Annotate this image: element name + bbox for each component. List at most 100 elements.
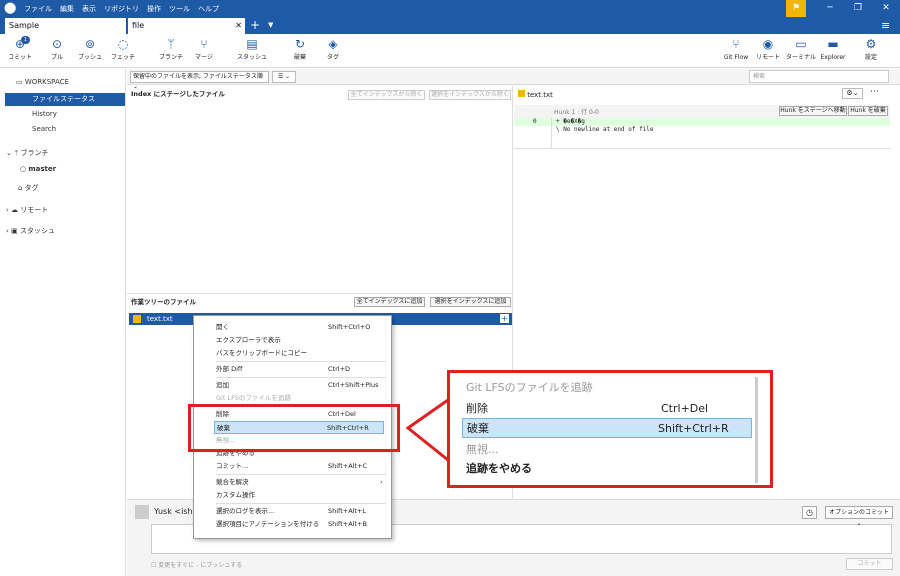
unstage-selected-button[interactable]: 選択をインデックスから除く: [429, 90, 511, 100]
menu-item[interactable]: ヘルプ: [198, 4, 219, 14]
tab-file[interactable]: file ✕: [128, 18, 245, 34]
マージ-button[interactable]: ⑂ マージ: [186, 36, 222, 63]
hunk-label: Hunk 1 : 行 0-0: [554, 109, 599, 116]
context-menu-item[interactable]: 選択項目にアノテーションを付ける Shift+Alt+B: [216, 518, 386, 531]
context-menu-item[interactable]: カスタム操作: [216, 489, 386, 502]
branch-master[interactable]: ○ master: [20, 162, 56, 176]
Git Flow-button[interactable]: ⑂ Git Flow: [718, 36, 754, 63]
プッシュ-button[interactable]: ⊚ プッシュ: [72, 36, 108, 63]
commit-options-button[interactable]: オプションのコミット ⌄: [825, 506, 893, 527]
toolbar-label: マージ: [195, 54, 213, 61]
pull-icon: ⊙: [51, 37, 63, 51]
破棄-button[interactable]: ↻ 破棄: [282, 36, 318, 63]
commit-count-badge: 1: [21, 36, 30, 44]
ブランチ-button[interactable]: ᛘ ブランチ: [153, 36, 189, 63]
tag-icon: ◈: [328, 37, 338, 51]
maximize-icon[interactable]: ❐: [849, 0, 867, 17]
remote-icon: ◉: [762, 37, 774, 51]
diff-divider: [514, 148, 890, 149]
リモート-button[interactable]: ◉ リモート: [750, 36, 786, 63]
commit-button[interactable]: コミット: [846, 558, 893, 570]
menu-item[interactable]: ファイル: [24, 4, 52, 14]
menu-item[interactable]: 編集: [60, 4, 74, 14]
stage-hunk-button[interactable]: Hunk をステージへ移動: [779, 106, 847, 116]
chevron-down-icon[interactable]: ▼: [268, 17, 273, 34]
stash-header[interactable]: › ▣ スタッシュ: [6, 224, 55, 238]
discard-icon: ↻: [294, 37, 306, 51]
add-all-button[interactable]: 全てインデックスに追加: [354, 297, 425, 307]
menu-item[interactable]: ツール: [169, 4, 190, 14]
menu-item[interactable]: リポジトリ: [104, 4, 139, 14]
unstage-all-button[interactable]: 全てインデックスから除く: [348, 90, 425, 100]
list-view-button[interactable]: ☰ ⌄: [272, 71, 296, 83]
プル-button[interactable]: ⊙ プル: [39, 36, 75, 63]
設定-button[interactable]: ⚙ 設定: [853, 36, 889, 63]
toolbar-label: プッシュ: [77, 54, 102, 61]
flag-icon[interactable]: ⚑: [786, 0, 806, 17]
chevron-down-icon: ⌄: [6, 149, 15, 157]
monitor-icon: ▭: [16, 78, 25, 86]
menu-item[interactable]: 表示: [82, 4, 96, 14]
more-icon[interactable]: ⋯: [870, 87, 879, 97]
zoom-item-label: Git LFSのファイルを追跡: [466, 381, 593, 394]
close-icon[interactable]: ✕: [877, 0, 895, 17]
push-checkbox[interactable]: ☐ 変更をすぐに - にプッシュする: [151, 560, 242, 569]
branch-label: master: [28, 165, 57, 173]
search-input[interactable]: 検索: [749, 70, 889, 83]
discard-hunk-button[interactable]: Hunk を破棄: [848, 106, 888, 116]
context-menu-item[interactable]: パスをクリップボードにコピー: [216, 347, 386, 360]
context-menu-item[interactable]: コミット... Shift+Alt+C: [216, 460, 386, 473]
toolbar-label: 設定: [864, 54, 877, 61]
context-menu-item[interactable]: 追加 Ctrl+Shift+Plus: [216, 379, 386, 392]
hamburger-menu-icon[interactable]: ≡: [881, 17, 890, 34]
toolbar-label: スタッシュ: [236, 54, 267, 61]
menu-item-shortcut: Shift+Alt+B: [328, 520, 367, 528]
zoom-item-shortcut: Shift+Ctrl+R: [658, 422, 729, 435]
diff-file-header: text.txt: [518, 90, 553, 99]
フェッチ-button[interactable]: ◌ フェッチ: [105, 36, 141, 63]
branch-icon: ᛘ: [167, 37, 175, 51]
menu-item[interactable]: 操作: [147, 4, 161, 14]
sidebar-item-history[interactable]: History: [0, 108, 126, 121]
menu-item-label: Git LFSのファイルを追跡: [216, 394, 291, 402]
tab-close-icon[interactable]: ✕: [235, 18, 242, 33]
commit-options-label: オプションのコミット: [828, 509, 889, 516]
new-tab-icon[interactable]: +: [250, 17, 260, 33]
tags-label: タグ: [24, 184, 39, 192]
menu-separator: [216, 474, 386, 475]
コミット-button[interactable]: ⊕ コミット: [2, 36, 38, 63]
stage-file-icon[interactable]: +: [500, 314, 509, 323]
ターミナル-button[interactable]: ▭ ターミナル: [783, 36, 819, 63]
fetch-icon: ◌: [117, 37, 129, 51]
zoom-item-label: 破棄: [467, 422, 489, 435]
branches-header[interactable]: ⌄ ᛘ ブランチ: [6, 146, 49, 160]
context-menu-item[interactable]: 開く Shift+Ctrl+O: [216, 321, 386, 334]
context-menu-item[interactable]: 選択のログを表示... Shift+Alt+L: [216, 505, 386, 518]
stash-label: スタッシュ: [19, 227, 55, 235]
settings-icon[interactable]: ⚙⌄: [842, 88, 863, 99]
sidebar-item-file-status[interactable]: ファイルステータス: [5, 93, 125, 106]
callout-arrow: [405, 398, 449, 462]
タグ-button[interactable]: ◈ タグ: [315, 36, 351, 63]
branches-label: ブランチ: [20, 149, 49, 157]
sidebar-item-search[interactable]: Search: [0, 123, 126, 136]
context-menu-item[interactable]: エクスプローラで表示: [216, 334, 386, 347]
history-clock-icon[interactable]: ◷: [802, 506, 817, 519]
remote-header[interactable]: › ☁ リモート: [6, 203, 48, 217]
menu-item-shortcut: Shift+Alt+C: [328, 462, 368, 470]
context-menu-item[interactable]: 競合を解決 ›: [216, 476, 386, 489]
explorer-icon: ▬: [827, 37, 839, 51]
tab-sample[interactable]: Sample: [5, 18, 126, 34]
tags-header[interactable]: ⌂ タグ: [18, 181, 39, 195]
スタッシュ-button[interactable]: ▤ スタッシュ: [234, 36, 270, 63]
zoom-item-label: 削除: [466, 402, 488, 415]
add-selected-button[interactable]: 選択をインデックスに追加: [430, 297, 511, 307]
file-filter-select[interactable]: 保留中のファイルを表示, ファイルステータス順 ⌄: [130, 71, 269, 90]
gitflow-icon: ⑂: [732, 37, 740, 51]
toolbar-label: 破棄: [293, 54, 306, 61]
Explorer-button[interactable]: ▬ Explorer: [815, 36, 851, 63]
menu-item-shortcut: Shift+Alt+L: [328, 507, 367, 515]
context-menu-item[interactable]: 外部 Diff Ctrl+D: [216, 363, 386, 376]
minimize-icon[interactable]: ─: [821, 0, 839, 17]
gutter-divider: [551, 118, 552, 148]
